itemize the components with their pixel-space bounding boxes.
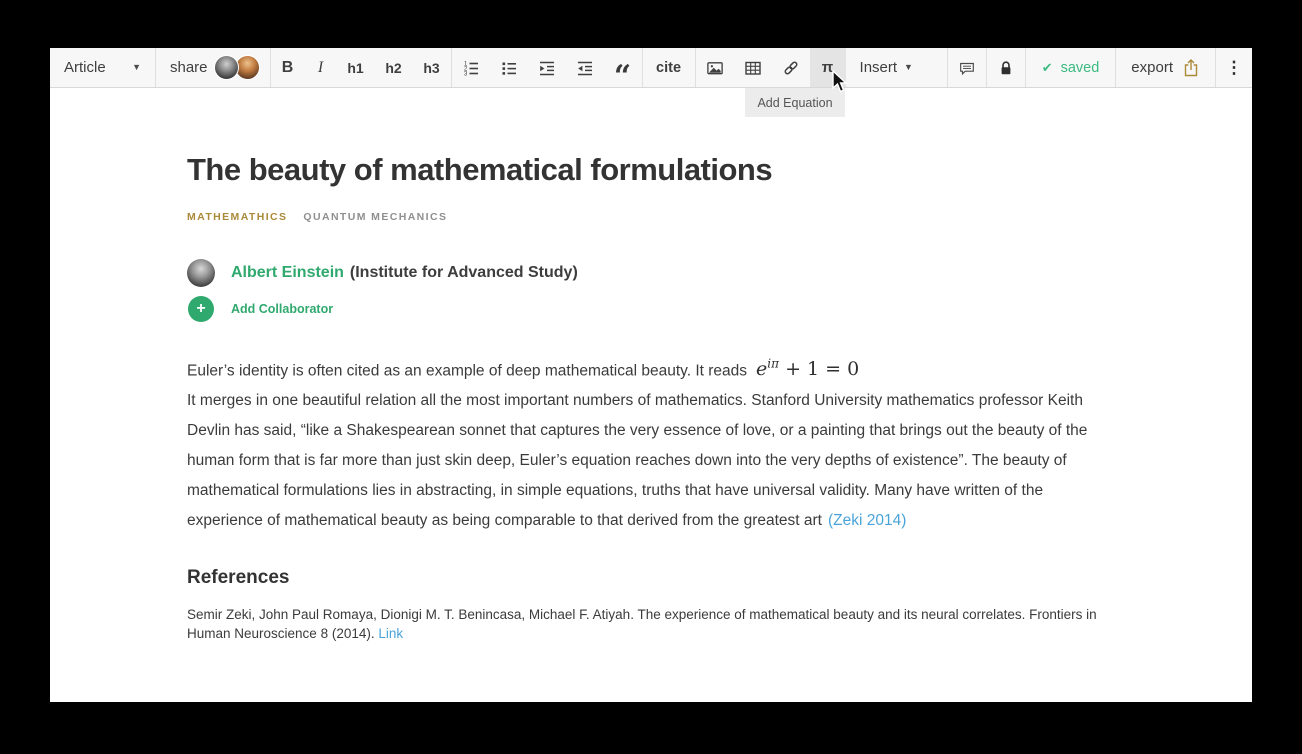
bold-button[interactable]: B bbox=[271, 48, 305, 87]
outdent-button[interactable] bbox=[566, 48, 604, 87]
inline-equation[interactable]: eiπ + 1 = 0 bbox=[756, 358, 859, 380]
heading1-button[interactable]: h1 bbox=[337, 48, 375, 87]
saved-label: saved bbox=[1061, 60, 1100, 76]
editor-window: Article ▼ share B I h1 h2 h3 1 2 bbox=[50, 48, 1252, 702]
tooltip-label: Add Equation bbox=[757, 96, 832, 110]
collaborator-avatars bbox=[214, 55, 260, 80]
share-button[interactable]: share bbox=[156, 48, 270, 87]
equation-base: e bbox=[756, 358, 767, 380]
plus-icon: + bbox=[188, 296, 214, 322]
blockquote-icon: “ bbox=[614, 73, 631, 81]
speech-bubble-icon bbox=[958, 59, 976, 77]
bullet-list-icon bbox=[500, 59, 518, 77]
export-label: export bbox=[1131, 59, 1173, 76]
cite-button[interactable]: cite bbox=[643, 48, 695, 87]
tag-quantum-mechanics[interactable]: QUANTUM MECHANICS bbox=[303, 211, 447, 223]
outdent-icon bbox=[576, 59, 594, 77]
chain-link-icon bbox=[782, 59, 800, 77]
comments-button[interactable] bbox=[948, 48, 986, 87]
add-equation-tooltip: Add Equation bbox=[745, 88, 845, 117]
italic-button[interactable]: I bbox=[305, 48, 337, 87]
insert-dropdown[interactable]: Insert ▼ bbox=[846, 48, 927, 87]
ordered-list-button[interactable]: 1 2 3 bbox=[452, 48, 490, 87]
export-button[interactable]: export bbox=[1116, 48, 1215, 87]
chevron-down-icon: ▼ bbox=[132, 63, 141, 72]
paragraph-lead-line: Euler’s identity is often cited as an ex… bbox=[187, 349, 1117, 386]
image-icon bbox=[706, 59, 724, 77]
article-type-label: Article bbox=[64, 59, 106, 76]
chevron-down-icon: ▼ bbox=[904, 63, 913, 72]
lead-text: Euler’s identity is often cited as an ex… bbox=[187, 362, 747, 379]
share-label: share bbox=[170, 59, 208, 76]
tag-list: MATHEMATHICS QUANTUM MECHANICS bbox=[187, 211, 1117, 223]
equation-rest: + 1 = 0 bbox=[779, 358, 859, 380]
plus-glyph: + bbox=[196, 301, 205, 317]
toolbar-right-group: ✔ saved export ⋮ bbox=[947, 48, 1252, 87]
reference-entry[interactable]: Semir Zeki, John Paul Romaya, Dionigi M.… bbox=[187, 606, 1117, 643]
indent-icon bbox=[538, 59, 556, 77]
toolbar: Article ▼ share B I h1 h2 h3 1 2 bbox=[50, 48, 1252, 88]
save-status: ✔ saved bbox=[1026, 48, 1116, 87]
add-collaborator-label: Add Collaborator bbox=[231, 302, 333, 316]
author-avatar[interactable] bbox=[187, 259, 215, 287]
heading2-button[interactable]: h2 bbox=[375, 48, 413, 87]
indent-button[interactable] bbox=[528, 48, 566, 87]
share-box-arrow-icon bbox=[1182, 58, 1200, 78]
check-icon: ✔ bbox=[1042, 60, 1053, 76]
insert-label: Insert bbox=[860, 59, 898, 76]
bullet-list-button[interactable] bbox=[490, 48, 528, 87]
references-heading: References bbox=[187, 567, 1117, 589]
author-affiliation: (Institute for Advanced Study) bbox=[350, 264, 578, 282]
reference-text: Semir Zeki, John Paul Romaya, Dionigi M.… bbox=[187, 607, 1097, 641]
author-avatar-mini[interactable] bbox=[214, 55, 239, 80]
author-row: Albert Einstein (Institute for Advanced … bbox=[187, 259, 1117, 287]
screen-background: Article ▼ share B I h1 h2 h3 1 2 bbox=[0, 0, 1302, 754]
insert-table-button[interactable] bbox=[734, 48, 772, 87]
padlock-icon bbox=[997, 59, 1015, 77]
insert-link-button[interactable] bbox=[772, 48, 810, 87]
ordered-list-icon: 1 2 3 bbox=[462, 59, 480, 77]
tag-mathemathics[interactable]: MATHEMATHICS bbox=[187, 211, 287, 223]
mouse-pointer-icon bbox=[831, 70, 853, 94]
citation-link[interactable]: (Zeki 2014) bbox=[828, 512, 906, 529]
kebab-icon: ⋮ bbox=[1226, 58, 1243, 78]
author-name-link[interactable]: Albert Einstein bbox=[231, 264, 344, 282]
article-title[interactable]: The beauty of mathematical formulations bbox=[187, 151, 1117, 189]
article-paragraph[interactable]: Euler’s identity is often cited as an ex… bbox=[187, 349, 1117, 536]
svg-text:3: 3 bbox=[464, 71, 468, 77]
article-type-dropdown[interactable]: Article ▼ bbox=[50, 48, 155, 87]
insert-image-button[interactable] bbox=[696, 48, 734, 87]
equation-exponent: iπ bbox=[767, 357, 779, 371]
blockquote-button[interactable]: “ bbox=[604, 48, 642, 87]
paragraph-text: It merges in one beautiful relation all … bbox=[187, 392, 1087, 529]
document-content: The beauty of mathematical formulations … bbox=[50, 151, 1252, 643]
reference-link[interactable]: Link bbox=[378, 626, 403, 641]
table-icon bbox=[744, 59, 762, 77]
heading3-button[interactable]: h3 bbox=[413, 48, 451, 87]
privacy-lock-button[interactable] bbox=[987, 48, 1025, 87]
add-collaborator-button[interactable]: + Add Collaborator bbox=[187, 296, 1117, 322]
more-options-button[interactable]: ⋮ bbox=[1216, 48, 1252, 87]
